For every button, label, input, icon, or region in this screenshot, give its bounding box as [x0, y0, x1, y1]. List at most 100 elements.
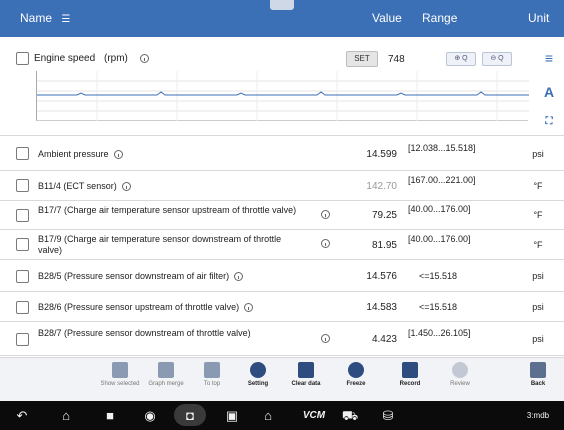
graph-trace [37, 71, 529, 121]
bottom-toolbar: Show selected Graph merge To top Setting… [0, 357, 564, 401]
info-icon[interactable] [234, 272, 244, 282]
engine-speed-graph[interactable] [36, 71, 529, 121]
row-name: B11/4 (ECT sensor) [38, 181, 117, 191]
set-button[interactable]: SET [346, 51, 378, 67]
graph-merge-button[interactable]: Graph merge [146, 362, 186, 387]
sort-icon[interactable]: ☰ [61, 14, 70, 25]
gear-icon [250, 362, 266, 378]
home-app-icon[interactable]: ⌂ [258, 406, 278, 426]
back-icon [530, 362, 546, 378]
name-column-header[interactable]: Name ☰ [20, 11, 70, 25]
row-range: [12.038...15.518] [408, 143, 476, 153]
row-value: 14.576 [366, 271, 397, 282]
row-range: [40.00...176.00] [408, 204, 471, 214]
graph-current-value: 748 [388, 54, 405, 65]
car-icon[interactable]: ⛟ [340, 406, 360, 426]
row-value: 4.423 [371, 334, 397, 345]
list-item[interactable]: B17/7 (Charge air temperature sensor ups… [0, 201, 564, 230]
setting-button[interactable]: Setting [238, 362, 278, 387]
to-top-button[interactable]: To top [192, 362, 232, 387]
list-icon [112, 362, 128, 378]
row-unit: °F [533, 240, 543, 250]
to-top-icon [204, 362, 220, 378]
row-name: Ambient pressure [38, 149, 109, 159]
row-range: <=15.518 [418, 302, 458, 312]
zoom-in-button[interactable]: ⊕ Q [446, 52, 476, 66]
graph-panel: Engine speed (rpm) SET 748 ⊕ Q ⊖ Q ≡ A ⛶ [0, 37, 564, 136]
row-checkbox[interactable] [16, 179, 29, 192]
review-button[interactable]: Review [440, 362, 480, 387]
row-value: 81.95 [371, 240, 397, 251]
row-name: B28/6 (Pressure sensor upstream of throt… [38, 302, 240, 312]
list-item[interactable]: Ambient pressure 14.599 [12.038...15.518… [0, 137, 564, 171]
graph-merge-icon [158, 362, 174, 378]
screenshot-icon[interactable]: ▣ [222, 406, 242, 426]
recent-apps-icon[interactable]: ■ [100, 406, 120, 426]
list-item[interactable]: B11/4 (ECT sensor) 142.70 [167.00...221.… [0, 171, 564, 201]
list-item[interactable]: B17/9 (Charge air temperature sensor dow… [0, 230, 564, 260]
row-name: B17/7 (Charge air temperature sensor ups… [38, 205, 297, 215]
value-column-header: Value [372, 11, 402, 25]
record-icon [402, 362, 418, 378]
list-item[interactable]: B28/7 (Pressure sensor downstream of thr… [0, 322, 564, 356]
panel-pull-tab[interactable] [270, 0, 294, 10]
network-icon[interactable]: ⛁ [378, 406, 398, 426]
freeze-icon [348, 362, 364, 378]
engine-speed-checkbox[interactable] [16, 52, 29, 65]
table-header: Name ☰ Value Range Unit [0, 0, 564, 37]
browser-icon[interactable]: ◉ [140, 406, 160, 426]
list-item[interactable]: B28/6 (Pressure sensor upstream of throt… [0, 292, 564, 322]
graph-param-name: Engine speed [34, 53, 96, 64]
row-checkbox[interactable] [16, 209, 29, 222]
row-value: 142.70 [366, 181, 397, 192]
row-unit: psi [532, 334, 544, 344]
zoom-out-button[interactable]: ⊖ Q [482, 52, 512, 66]
back-button[interactable]: Back [518, 362, 558, 387]
row-range: [167.00...221.00] [408, 175, 476, 185]
row-checkbox[interactable] [16, 333, 29, 346]
system-navbar: ↶ ⌂ ■ ◉ ◘ ▣ ⌂ VCM ⛟ ⛁ 3:mdb [0, 401, 564, 430]
row-checkbox[interactable] [16, 238, 29, 251]
nav-back-icon[interactable]: ↶ [12, 406, 32, 426]
row-unit: psi [532, 271, 544, 281]
row-value: 14.599 [366, 149, 397, 160]
home-icon[interactable]: ⌂ [56, 406, 76, 426]
row-name: B28/7 (Pressure sensor downstream of thr… [38, 328, 251, 338]
record-button[interactable]: Record [390, 362, 430, 387]
show-selected-button[interactable]: Show selected [100, 362, 140, 387]
row-unit: °F [533, 181, 543, 191]
row-checkbox[interactable] [16, 147, 29, 160]
info-icon[interactable] [121, 182, 131, 192]
graph-param-unit: (rpm) [104, 53, 128, 64]
row-checkbox[interactable] [16, 301, 29, 314]
row-range: <=15.518 [418, 271, 458, 281]
status-time: 3:mdb [526, 411, 550, 420]
row-unit: °F [533, 210, 543, 220]
row-unit: psi [532, 149, 544, 159]
review-icon [452, 362, 468, 378]
row-name: B17/9 (Charge air temperature sensor dow… [38, 234, 282, 255]
range-column-header: Range [422, 11, 458, 25]
row-name: B28/5 (Pressure sensor downstream of air… [38, 271, 230, 281]
info-icon[interactable] [135, 53, 149, 64]
info-icon[interactable] [316, 238, 330, 249]
row-unit: psi [532, 302, 544, 312]
info-icon[interactable] [316, 333, 330, 344]
info-icon[interactable] [244, 303, 254, 313]
list-item[interactable]: B28/5 (Pressure sensor downstream of air… [0, 260, 564, 292]
unit-column-header: Unit [528, 11, 550, 25]
menu-icon[interactable]: ≡ [540, 49, 558, 67]
expand-icon[interactable]: ⛶ [540, 113, 558, 131]
row-value: 79.25 [371, 210, 397, 221]
camera-icon[interactable]: ◘ [180, 406, 200, 426]
row-value: 14.583 [366, 302, 397, 313]
freeze-button[interactable]: Freeze [336, 362, 376, 387]
info-icon[interactable] [316, 209, 330, 220]
row-range: [1.450...26.105] [408, 328, 471, 338]
trash-icon [298, 362, 314, 378]
vcm-icon[interactable]: VCM [298, 406, 330, 426]
info-icon[interactable] [113, 150, 123, 160]
row-checkbox[interactable] [16, 270, 29, 283]
text-size-icon[interactable]: A [540, 83, 558, 101]
clear-data-button[interactable]: Clear data [286, 362, 326, 387]
